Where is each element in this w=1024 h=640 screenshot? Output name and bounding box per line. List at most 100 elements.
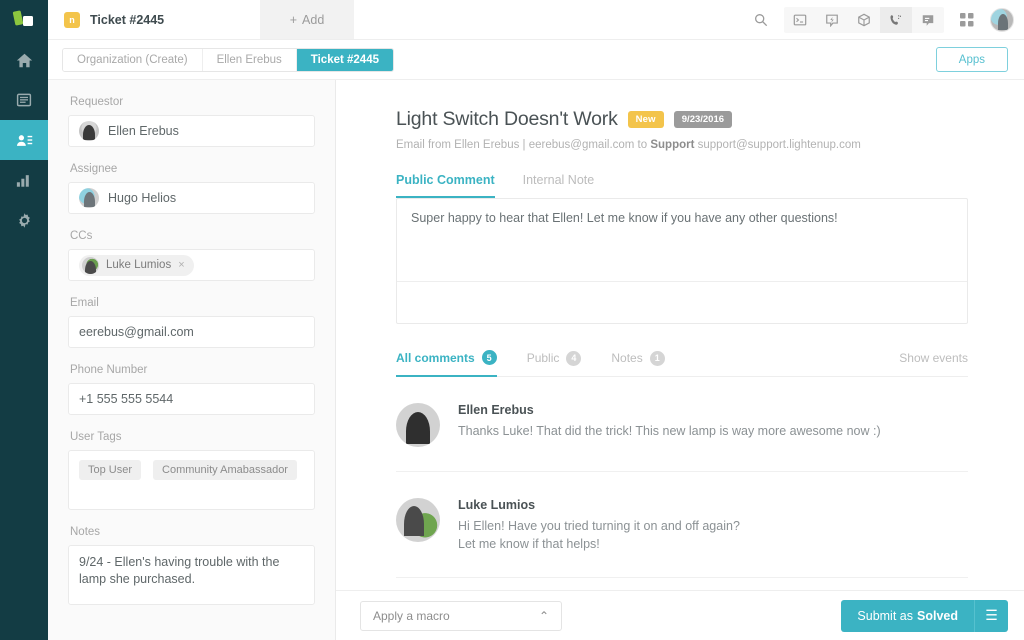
contacts-icon (16, 133, 33, 148)
sidebar-item-reports[interactable] (0, 160, 48, 200)
cc-avatar (82, 257, 99, 274)
plus-icon: + (290, 13, 297, 27)
breadcrumb-item-ticket[interactable]: Ticket #2445 (297, 49, 393, 71)
tab-all-comments-label: All comments (396, 351, 475, 365)
sidebar-item-home[interactable] (0, 40, 48, 80)
sidebar-item-tickets[interactable] (0, 80, 48, 120)
composer-toolbar (397, 281, 967, 323)
chevron-up-icon: ⌃ (539, 609, 549, 623)
assignee-field[interactable]: Hugo Helios (68, 182, 315, 214)
show-events-link[interactable]: Show events (899, 351, 968, 375)
requestor-avatar (79, 121, 99, 141)
top-bar: n Ticket #2445 + Add (48, 0, 1024, 40)
main-area: n Ticket #2445 + Add (48, 0, 1024, 640)
email-field[interactable]: eerebus@gmail.com (68, 316, 315, 348)
notes-label: Notes (70, 526, 315, 538)
breadcrumb: Organization (Create) Ellen Erebus Ticke… (48, 40, 1024, 80)
ticket-subtitle: Email from Ellen Erebus | eerebus@gmail.… (396, 139, 968, 151)
topbar-tools (746, 0, 1024, 39)
add-tab-button[interactable]: + Add (260, 0, 354, 39)
box-icon[interactable] (848, 7, 880, 33)
notes-value: 9/24 - Ellen's having trouble with the l… (79, 555, 279, 586)
requestor-value: Ellen Erebus (108, 124, 179, 138)
message-icon[interactable] (912, 7, 944, 33)
home-icon (16, 52, 33, 69)
user-tags-field[interactable]: Top User Community Amabassador (68, 450, 315, 510)
tab-public-comment[interactable]: Public Comment (396, 173, 495, 198)
gear-icon (16, 212, 33, 229)
composer-input[interactable]: Super happy to hear that Ellen! Let me k… (397, 199, 967, 237)
assignee-label: Assignee (70, 163, 315, 175)
search-icon[interactable] (746, 0, 776, 40)
notes-field[interactable]: 9/24 - Ellen's having trouble with the l… (68, 545, 315, 605)
tab-ticket-2445[interactable]: n Ticket #2445 (48, 0, 260, 39)
list-item: Luke Lumios Hi Ellen! Have you tried tur… (396, 472, 968, 578)
cc-chip-luke[interactable]: Luke Lumios × (79, 255, 194, 276)
submit-as-solved-button[interactable]: Submit as Solved (841, 600, 974, 632)
submit-state-label: Solved (917, 609, 958, 623)
avatar (396, 498, 440, 542)
ccs-label: CCs (70, 230, 315, 242)
list-icon (16, 92, 32, 108)
comment-composer[interactable]: Super happy to hear that Ellen! Let me k… (396, 198, 968, 324)
breadcrumb-item-organization[interactable]: Organization (Create) (63, 49, 203, 71)
breadcrumb-item-user[interactable]: Ellen Erebus (203, 49, 297, 71)
grid-apps-icon[interactable] (952, 0, 982, 40)
comment-text: Let me know if that helps! (458, 535, 740, 553)
app-logo[interactable] (0, 0, 48, 40)
close-icon[interactable]: × (178, 259, 184, 271)
ticket-content: Light Switch Doesn't Work New 9/23/2016 … (336, 80, 1024, 640)
requestor-field[interactable]: Ellen Erebus (68, 115, 315, 147)
tab-public[interactable]: Public 4 (527, 351, 582, 376)
ticket-footer: Apply a macro ⌃ Submit as Solved ☰ (336, 590, 1024, 640)
tag-chip[interactable]: Top User (79, 460, 141, 480)
composer-tabs: Public Comment Internal Note (396, 173, 968, 198)
phone-field[interactable]: +1 555 555 5544 (68, 383, 315, 415)
tab-public-label: Public (527, 351, 560, 365)
comment-body: Ellen Erebus Thanks Luke! That did the t… (458, 403, 881, 447)
tab-all-comments[interactable]: All comments 5 (396, 350, 497, 377)
phone-icon[interactable] (880, 7, 912, 33)
list-item: Ellen Erebus Thanks Luke! That did the t… (396, 377, 968, 472)
terminal-icon[interactable] (784, 7, 816, 33)
email-value: eerebus@gmail.com (79, 325, 194, 339)
comment-text: Thanks Luke! That did the trick! This ne… (458, 422, 881, 440)
assignee-value: Hugo Helios (108, 191, 176, 205)
comment-author: Ellen Erebus (458, 403, 881, 417)
avatar[interactable] (990, 8, 1014, 32)
sidebar-item-settings[interactable] (0, 200, 48, 240)
status-badge: New (628, 111, 664, 128)
breadcrumb-tabs: Organization (Create) Ellen Erebus Ticke… (62, 48, 394, 72)
ticket-header: Light Switch Doesn't Work New 9/23/2016 (396, 108, 968, 131)
ticket-subtitle-strong: Support (650, 139, 694, 151)
tab-notes-label: Notes (611, 351, 642, 365)
comment-filter-tabs: All comments 5 Public 4 Notes 1 Show eve (396, 350, 968, 377)
ticket-type-badge: n (64, 12, 80, 28)
submit-group: Submit as Solved ☰ (841, 600, 1008, 632)
sidebar-item-contacts[interactable] (0, 120, 48, 160)
submit-options-menu-icon[interactable]: ☰ (974, 600, 1008, 632)
bar-chart-icon (16, 173, 32, 188)
page-title: Light Switch Doesn't Work (396, 108, 618, 131)
user-tags-label: User Tags (70, 431, 315, 443)
tab-notes[interactable]: Notes 1 (611, 351, 664, 376)
apps-button[interactable]: Apps (936, 47, 1008, 72)
tab-internal-note[interactable]: Internal Note (523, 173, 595, 198)
ticket-subtitle-prefix: Email from Ellen Erebus | eerebus@gmail.… (396, 139, 650, 151)
comment-text: Hi Ellen! Have you tried turning it on a… (458, 517, 740, 535)
ticket-content-inner: Light Switch Doesn't Work New 9/23/2016 … (336, 80, 1024, 578)
left-nav-rail (0, 0, 48, 640)
tag-chip[interactable]: Community Amabassador (153, 460, 297, 480)
phone-value: +1 555 555 5544 (79, 392, 173, 406)
cc-chip-label: Luke Lumios (106, 259, 171, 271)
avatar (396, 403, 440, 447)
chat-bolt-icon[interactable] (816, 7, 848, 33)
requestor-label: Requestor (70, 96, 315, 108)
submit-prefix-label: Submit as (857, 609, 913, 623)
add-tab-label: Add (302, 13, 324, 27)
apply-macro-label: Apply a macro (373, 609, 450, 623)
tab-all-comments-count: 5 (482, 350, 497, 365)
apply-macro-select[interactable]: Apply a macro ⌃ (360, 601, 562, 631)
ccs-field[interactable]: Luke Lumios × (68, 249, 315, 281)
comment-author: Luke Lumios (458, 498, 740, 512)
